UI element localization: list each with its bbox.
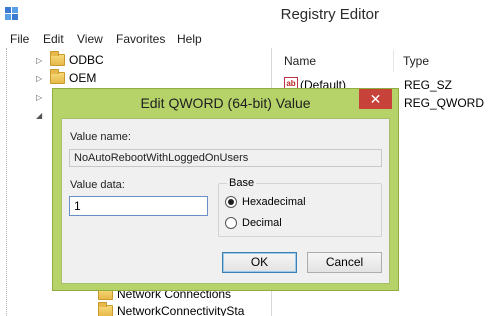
radio-decimal[interactable]: Decimal <box>225 217 282 229</box>
tree-item-odbc[interactable]: ▷ ODBC <box>36 51 104 69</box>
tree-guide-line <box>6 48 7 316</box>
base-group: Base Hexadecimal Decimal <box>218 177 382 237</box>
radio-label: Hexadecimal <box>242 196 306 208</box>
menu-view[interactable]: View <box>77 32 103 46</box>
folder-icon <box>50 69 65 84</box>
value-name-field: NoAutoRebootWithLoggedOnUsers <box>69 149 382 167</box>
dialog-body: Value name: NoAutoRebootWithLoggedOnUser… <box>61 118 390 284</box>
expand-arrow-icon[interactable]: ▷ <box>36 74 44 83</box>
tree-item-partial[interactable]: ▷ <box>36 88 50 106</box>
collapse-arrow-icon[interactable]: ◢ <box>36 111 44 120</box>
tree-item-label: NetworkConnectivitySta <box>117 304 245 316</box>
menu-bar: File Edit View Favorites Help <box>0 30 490 48</box>
menu-edit[interactable]: Edit <box>43 32 64 46</box>
radio-hexadecimal[interactable]: Hexadecimal <box>225 196 306 208</box>
expand-arrow-icon[interactable]: ▷ <box>36 56 44 65</box>
value-type-cell: REG_QWORD <box>404 96 485 110</box>
cancel-button[interactable]: Cancel <box>307 252 382 273</box>
tree-item-partial-2[interactable]: ◢ <box>36 106 50 124</box>
radio-button-icon[interactable] <box>225 217 237 229</box>
window-titlebar: Registry Editor <box>0 0 490 30</box>
menu-file[interactable]: File <box>10 32 29 46</box>
column-divider[interactable] <box>393 50 394 72</box>
close-icon[interactable]: ✕ <box>359 89 392 109</box>
tree-item-network-connectivity[interactable]: NetworkConnectivitySta <box>98 302 245 316</box>
base-group-label: Base <box>227 177 257 189</box>
folder-icon <box>50 51 65 66</box>
dialog-title: Edit QWORD (64-bit) Value <box>140 95 311 111</box>
ok-button[interactable]: OK <box>222 252 297 273</box>
radio-button-icon[interactable] <box>225 196 237 208</box>
tree-item-label: ODBC <box>69 53 104 67</box>
value-data-input[interactable] <box>69 196 208 216</box>
menu-help[interactable]: Help <box>177 32 202 46</box>
value-data-label: Value data: <box>70 179 125 191</box>
value-name-label: Value name: <box>70 131 131 143</box>
tree-item-oem[interactable]: ▷ OEM <box>36 69 96 87</box>
column-header-name[interactable]: Name <box>284 54 316 68</box>
menu-favorites[interactable]: Favorites <box>116 32 165 46</box>
tree-item-label: OEM <box>69 71 97 85</box>
window-title: Registry Editor <box>280 6 379 23</box>
value-type-cell: REG_SZ <box>404 78 453 92</box>
radio-label: Decimal <box>242 217 282 229</box>
folder-icon <box>98 302 113 316</box>
edit-qword-dialog: Edit QWORD (64-bit) Value ✕ Value name: … <box>52 88 399 291</box>
expand-arrow-icon[interactable]: ▷ <box>36 93 44 102</box>
column-header-type[interactable]: Type <box>403 54 429 68</box>
